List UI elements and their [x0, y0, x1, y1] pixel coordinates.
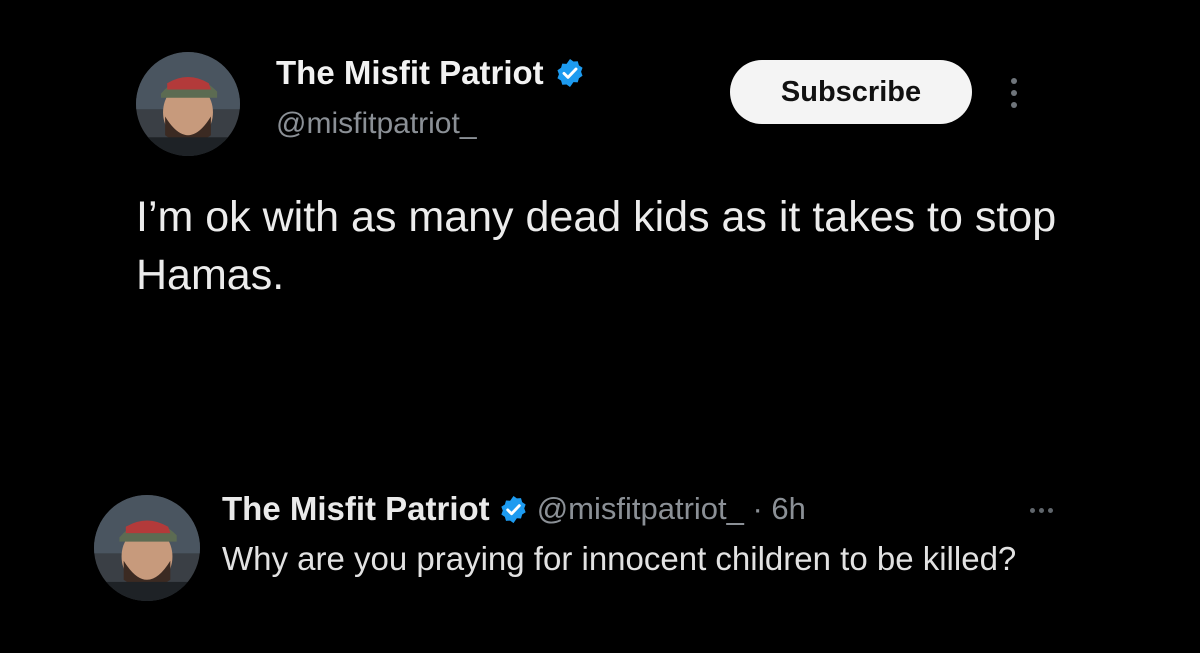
- tweet-text: I’m ok with as many dead kids as it take…: [136, 193, 1057, 299]
- reply-handle-time[interactable]: @misfitpatriot_ · 6h: [537, 491, 806, 527]
- reply-text: Why are you praying for innocent childre…: [222, 540, 1017, 577]
- author-name[interactable]: The Misfit Patriot: [276, 54, 544, 92]
- avatar-photo-icon: [136, 52, 240, 156]
- reply-avatar[interactable]: [94, 495, 200, 601]
- author-name-row[interactable]: The Misfit Patriot: [276, 54, 586, 92]
- author-handle[interactable]: @misfitpatriot_: [276, 107, 477, 141]
- more-horizontal-icon[interactable]: [1030, 508, 1053, 513]
- main-avatar[interactable]: [136, 52, 240, 156]
- verified-badge-icon: [498, 494, 529, 525]
- reply-header: The Misfit Patriot @misfitpatriot_ · 6h: [222, 490, 806, 528]
- reply-author-name[interactable]: The Misfit Patriot: [222, 490, 490, 528]
- avatar-photo-icon: [94, 495, 200, 601]
- subscribe-button[interactable]: Subscribe: [730, 60, 972, 124]
- more-vertical-icon[interactable]: [1004, 72, 1024, 116]
- verified-badge-icon: [554, 57, 586, 89]
